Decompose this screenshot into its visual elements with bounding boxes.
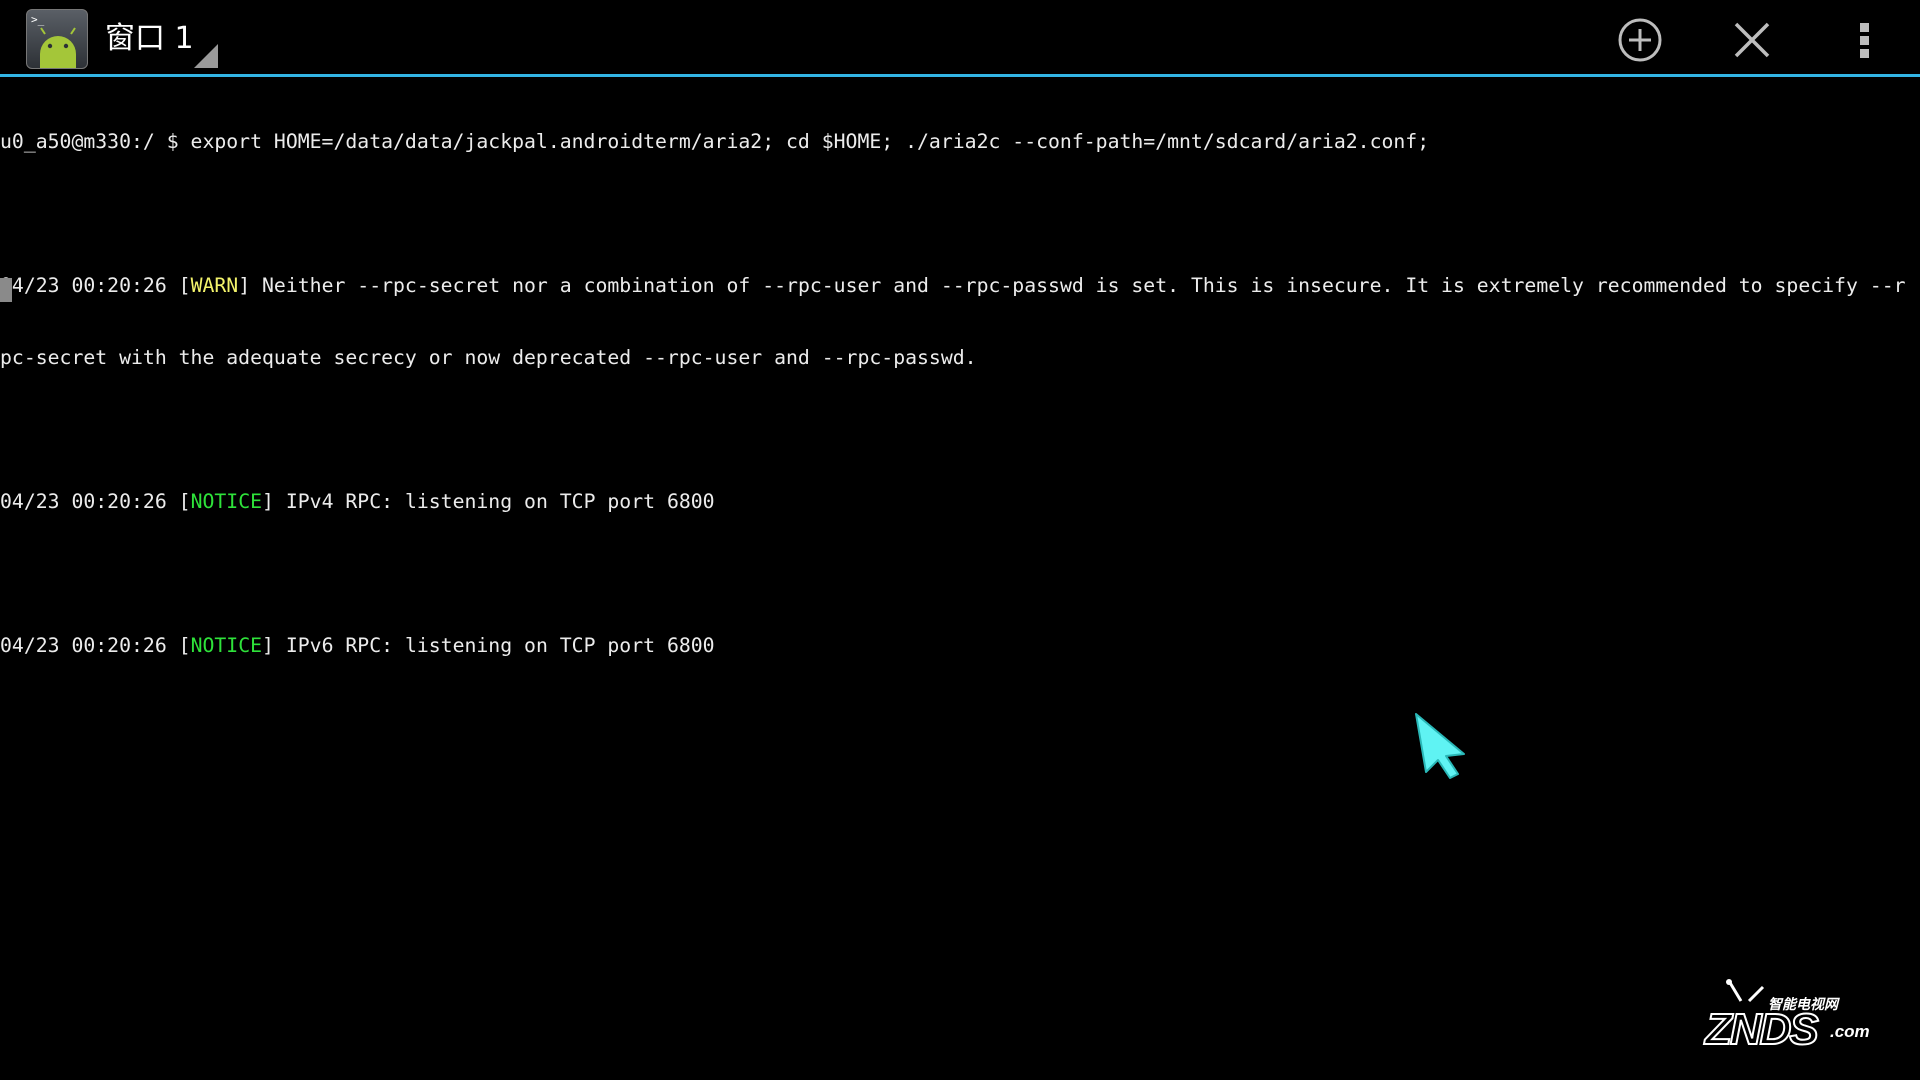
android-terminal-icon[interactable]: >_ bbox=[26, 9, 88, 69]
terminal-output[interactable]: u0_a50@m330:/ $ export HOME=/data/data/j… bbox=[0, 82, 1920, 1080]
terminal-line: 04/23 00:20:26 [NOTICE] IPv4 RPC: listen… bbox=[0, 490, 715, 513]
new-window-button[interactable] bbox=[1610, 10, 1670, 70]
prompt-glyph: >_ bbox=[31, 13, 45, 26]
window-title[interactable]: 窗口 1 bbox=[105, 19, 194, 59]
overflow-menu-button[interactable] bbox=[1834, 10, 1894, 70]
close-icon bbox=[1734, 22, 1770, 58]
action-bar: >_ 窗口 1 bbox=[0, 0, 1920, 77]
close-window-button[interactable] bbox=[1722, 10, 1782, 70]
log-level-notice: NOTICE bbox=[190, 634, 263, 657]
log-level-notice: NOTICE bbox=[190, 490, 263, 513]
spinner-indicator-icon[interactable] bbox=[194, 44, 218, 68]
add-circle-icon bbox=[1618, 18, 1662, 62]
terminal-line: 04/23 00:20:26 [WARN] Neither --rpc-secr… bbox=[0, 274, 1906, 297]
terminal-line: pc-secret with the adequate secrecy or n… bbox=[0, 346, 977, 369]
terminal-line: u0_a50@m330:/ $ export HOME=/data/data/j… bbox=[0, 130, 1430, 153]
mouse-pointer-icon bbox=[1415, 713, 1465, 779]
znds-watermark-logo: 智能电视网 ZNDS .com bbox=[1704, 975, 1875, 1055]
terminal-line: 04/23 00:20:26 [NOTICE] IPv6 RPC: listen… bbox=[0, 634, 715, 657]
terminal-cursor bbox=[0, 278, 12, 302]
overflow-menu-icon bbox=[1860, 23, 1869, 58]
log-level-warn: WARN bbox=[190, 274, 239, 297]
